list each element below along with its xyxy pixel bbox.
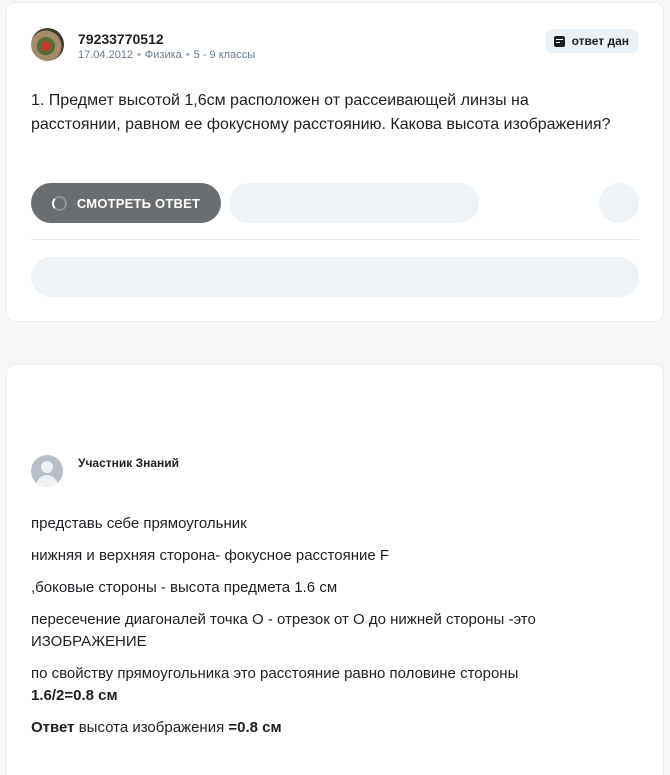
- answer-final-text: высота изображения: [74, 719, 229, 736]
- skeleton-placeholder-wide: [31, 257, 639, 297]
- answer-final-label: Ответ: [31, 719, 75, 736]
- answer-line: пересечение диагоналей точка О - отрезок…: [31, 611, 536, 650]
- answer-line: нижняя и верхняя сторона- фокусное расст…: [31, 547, 390, 564]
- answer-final-value: =0.8 см: [228, 719, 282, 736]
- view-answer-label: СМОТРЕТЬ ОТВЕТ: [76, 195, 201, 211]
- avatar[interactable]: [31, 28, 64, 61]
- user-avatar-icon[interactable]: [31, 455, 63, 487]
- answer-author[interactable]: Участник Знаний: [78, 456, 179, 470]
- divider: [31, 239, 639, 240]
- grade-label: 5 - 9 классы: [193, 49, 256, 61]
- username[interactable]: 79233770512: [78, 31, 164, 47]
- answer-line: представь себе прямоугольник: [31, 515, 247, 532]
- question-date: 17.04.2012: [78, 49, 134, 61]
- skeleton-placeholder-circle: [599, 183, 639, 223]
- skeleton-placeholder: [229, 183, 479, 223]
- view-answer-button[interactable]: СМОТРЕТЬ ОТВЕТ: [31, 183, 221, 223]
- loading-spinner-icon: [51, 195, 67, 211]
- answered-badge: ответ дан: [545, 29, 638, 53]
- answered-icon: [553, 35, 565, 47]
- question-card: 79233770512 17.04.2012 • Физика • 5 - 9 клас…: [7, 3, 663, 321]
- question-text: 1. Предмет высотой 1,6см расположен от р…: [31, 92, 611, 133]
- answer-line: по свойству прямоугольника это расстояни…: [31, 663, 631, 707]
- answer-line-text: по свойству прямоугольника это расстояни…: [31, 665, 519, 682]
- answer-text: представь себе прямоугольник нижняя и ве…: [31, 513, 631, 749]
- answered-badge-label: ответ дан: [571, 34, 629, 48]
- dot-separator: •: [137, 49, 141, 61]
- answer-final: Ответ высота изображения =0.8 см: [31, 717, 631, 739]
- dot-separator: •: [185, 49, 190, 61]
- answer-result: 1.6/2=0.8 см: [31, 687, 118, 704]
- answer-line: ,боковые стороны - высота предмета 1.6 с…: [31, 579, 338, 596]
- question-meta: 17.04.2012 • Физика • 5 - 9 классы: [78, 49, 255, 61]
- subject-link[interactable]: Физика: [145, 49, 182, 61]
- answer-card: Участник Знаний представь себе прямоугол…: [7, 365, 663, 775]
